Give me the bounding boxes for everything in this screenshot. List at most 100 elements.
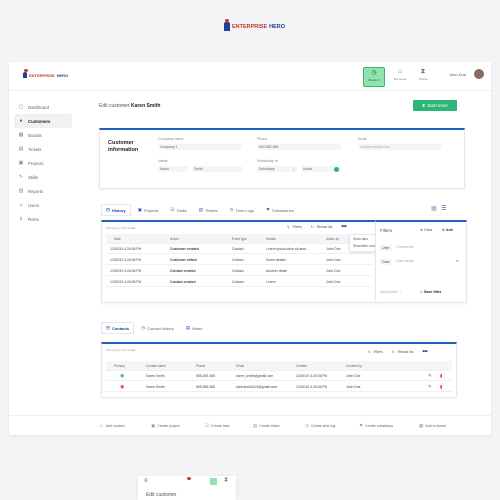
set-home-button[interactable]: ⌂ Set home — [390, 67, 410, 85]
check-in-icon[interactable] — [210, 478, 217, 485]
edit-icon[interactable]: ✎ — [428, 373, 432, 379]
sidebar-item-skills[interactable]: ✎ Skills — [14, 170, 72, 184]
row-action: Customer created — [170, 246, 199, 251]
filter-icon[interactable]: ⚲ — [287, 225, 289, 229]
sidebar-item-dashboard[interactable]: ▢ Dashboard — [14, 100, 72, 114]
sidebar-item-users[interactable]: ☺ Users — [14, 198, 72, 212]
remove-filter-icon[interactable]: ⊖ — [456, 259, 459, 263]
grid-view-icon[interactable]: ▦ — [431, 205, 437, 212]
menu-icon[interactable]: ≡ — [144, 478, 148, 484]
create-project-button[interactable]: ▣ Create project — [151, 423, 180, 429]
status-dot-icon — [334, 166, 339, 172]
filter-icon[interactable]: ⚲ — [368, 350, 370, 354]
action-label: Add contact — [105, 423, 125, 428]
col-action[interactable]: Action — [170, 237, 179, 241]
check-in-button[interactable]: ◷ Check in — [363, 67, 385, 87]
list-view-icon[interactable]: ☰ — [441, 205, 446, 212]
reload-icon[interactable]: ↻ — [392, 350, 395, 354]
sidebar-item-reports[interactable]: ▥ Reports — [14, 184, 72, 198]
primary-check-icon[interactable]: ◉ — [120, 373, 124, 379]
filter-field-2-input[interactable]: Date range — [396, 259, 414, 263]
row-by: John Doe — [326, 246, 341, 251]
table-row[interactable]: 1/3/2019 4:26:36 PM Contact created Cont… — [106, 277, 372, 287]
tab-time-logs[interactable]: ◷ Time Logs — [225, 204, 259, 216]
create-time-log-button[interactable]: ◷ Create time log — [305, 423, 335, 429]
col-details[interactable]: Details — [266, 237, 276, 241]
create-ticket-button[interactable]: ▤ Create ticket — [253, 423, 279, 429]
table-row[interactable]: 1/3/2019 4:26:36 PM Contact created Cont… — [106, 266, 372, 276]
tab-projects[interactable]: ▣ Projects — [133, 204, 164, 216]
contacts-filters-button[interactable]: Filters — [373, 350, 382, 354]
company-name-field[interactable]: Company 1 — [158, 144, 242, 150]
saved-filter-select[interactable]: Saved filter ⌄ — [380, 290, 402, 294]
add-contact-button[interactable]: ☺ Add contact — [99, 423, 125, 428]
edit-icon[interactable]: ✎ — [428, 384, 432, 390]
tab-history[interactable]: ◷ History — [101, 204, 131, 216]
tab-tasks[interactable]: ☑ Tasks — [165, 204, 191, 216]
table-row[interactable]: ◉ Karen Smith 555-555-555 karen_smith@gm… — [106, 371, 452, 381]
save-filter-button[interactable]: ✔ Save filter — [420, 290, 441, 294]
tab-subsidiaries[interactable]: ⚑ Subsidiaries — [261, 204, 299, 216]
col-created-by[interactable]: Created by — [346, 364, 362, 368]
avatar[interactable] — [474, 69, 484, 79]
sidebar-item-tickets[interactable]: ▤ Tickets — [14, 142, 72, 156]
timers-button[interactable]: ⧗ Timers — [413, 67, 433, 85]
row-email: karen_smith@gmail.com — [236, 373, 274, 378]
tab-notes[interactable]: ▤ Notes — [181, 322, 208, 334]
col-phone[interactable]: Phone — [196, 364, 205, 368]
contacts-reload-button[interactable]: Reload list — [398, 350, 414, 354]
col-created[interactable]: Created — [296, 364, 307, 368]
more-options-icon[interactable]: ••• — [341, 224, 346, 230]
add-to-board-button[interactable]: ▦ Add to board — [419, 423, 446, 429]
contacts-actions: ⚲ Filters ↻ Reload list ••• — [368, 349, 428, 355]
sidebar-item-roles[interactable]: ⚷ Roles — [14, 212, 72, 226]
row-action: Customer edited — [170, 257, 197, 262]
create-task-button[interactable]: ☑ Create task — [205, 423, 229, 429]
reload-icon[interactable]: ↻ — [311, 225, 314, 229]
col-event-type[interactable]: Event type — [232, 237, 247, 241]
create-subsidiary-button[interactable]: ⚑ Create subsidiary — [359, 423, 393, 429]
first-name-field[interactable]: Karen — [158, 166, 188, 172]
page-title: Edit customer Karen Smith — [99, 103, 160, 109]
col-contact-name[interactable]: Contact name — [146, 364, 166, 368]
delete-icon[interactable]: ▮ — [440, 384, 442, 390]
clear-filters-button[interactable]: ⊗ Clear — [420, 228, 433, 232]
contacts-tabs: ◷ Contacts ◷ Contact history ▤ Notes — [101, 322, 207, 334]
tab-tickets[interactable]: ▤ Tickets — [194, 204, 223, 216]
last-name-field[interactable]: Smith — [192, 166, 242, 172]
sidebar-item-label: Customers — [28, 118, 51, 124]
filter-field-1-label: User — [380, 245, 392, 251]
col-email[interactable]: Email — [236, 364, 244, 368]
delete-icon[interactable]: ▮ — [440, 373, 442, 379]
tab-label: History — [111, 207, 126, 213]
mobile-preview: ≡ ⧗ Edit customer — [138, 476, 236, 500]
filter-field-1-input[interactable]: Comments — [396, 245, 413, 249]
col-primary[interactable]: Primary — [114, 364, 125, 368]
col-action-by[interactable]: Action by — [326, 237, 339, 241]
app-logo[interactable]: ENTERPRISE HERO — [23, 69, 68, 78]
sidebar-item-boards[interactable]: ▦ Boards — [14, 128, 72, 142]
sidebar: ▢ Dashboard ● Customers ▦ Boards ▤ Tickets ▣… — [14, 100, 72, 226]
tab-contact-history[interactable]: ◷ Contact history — [136, 322, 179, 334]
col-date[interactable]: Date — [114, 237, 121, 241]
chevron-down-icon: ⌄ — [292, 167, 295, 171]
user-name[interactable]: John Doe — [449, 72, 466, 77]
history-filters-button[interactable]: Filters — [292, 225, 301, 229]
sidebar-item-customers[interactable]: ● Customers — [14, 114, 72, 128]
status-select[interactable]: Active — [301, 166, 341, 172]
table-row[interactable]: 1/3/2019 4:26:36 PM Customer edited Cont… — [106, 255, 372, 265]
phone-field[interactable]: 504-555-555 — [257, 144, 341, 150]
add-filter-button[interactable]: ⊕ Add — [442, 228, 453, 232]
more-options-icon[interactable]: ••• — [422, 349, 427, 355]
table-row[interactable]: ◉ Karen Smith 555-555-555 karensmith123@… — [106, 382, 452, 392]
tab-contacts[interactable]: ◷ Contacts — [101, 322, 135, 334]
sidebar-item-projects[interactable]: ▣ Projects — [14, 156, 72, 170]
primary-uncheck-icon[interactable]: ◉ — [120, 384, 124, 390]
history-reload-button[interactable]: Reload list — [317, 225, 333, 229]
table-row[interactable]: 1/3/2019 4:26:36 PM Customer created Con… — [106, 244, 372, 254]
subsidiary-select[interactable]: Subsidiary ⌄ — [257, 166, 297, 172]
email-field[interactable]: mail@example.com — [358, 144, 442, 150]
action-label: Create project — [157, 424, 180, 428]
start-timer-button[interactable]: ⧗ Start timer — [413, 100, 457, 111]
timer-icon[interactable]: ⧗ — [224, 477, 228, 484]
